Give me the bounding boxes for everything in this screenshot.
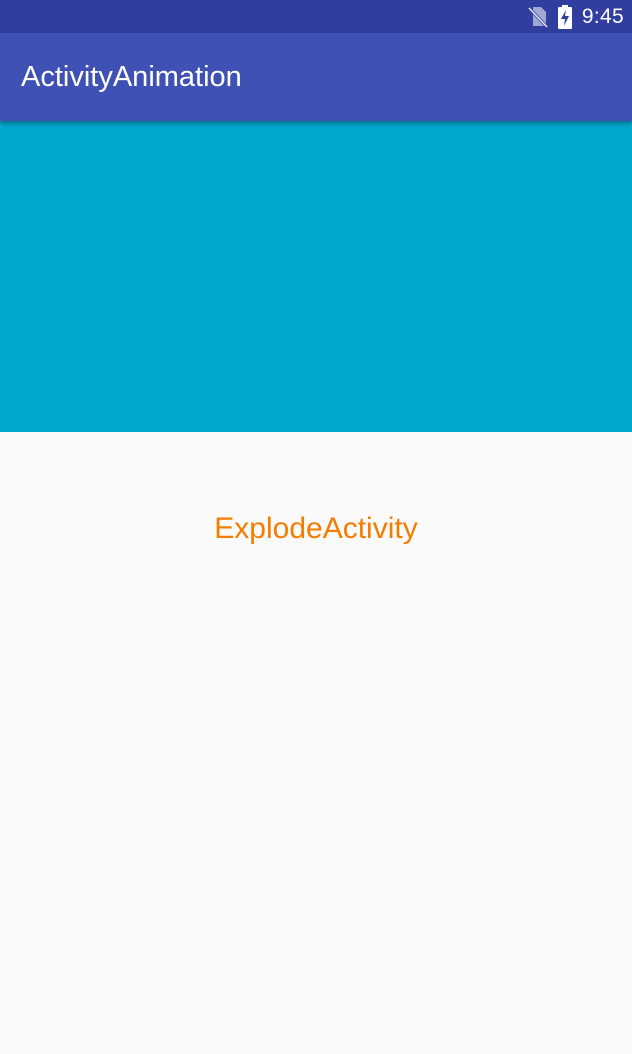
hero-panel: [0, 121, 632, 432]
activity-label: ExplodeActivity: [214, 512, 418, 545]
no-sim-icon: [527, 6, 548, 28]
status-time: 9:45: [581, 4, 624, 28]
app-bar: ActivityAnimation: [0, 33, 632, 121]
status-icons: 9:45: [527, 0, 624, 33]
battery-charging-icon: [557, 4, 572, 29]
status-bar: 9:45: [0, 0, 632, 33]
app-title: ActivityAnimation: [21, 61, 242, 93]
content-area: ExplodeActivity: [0, 432, 632, 1054]
